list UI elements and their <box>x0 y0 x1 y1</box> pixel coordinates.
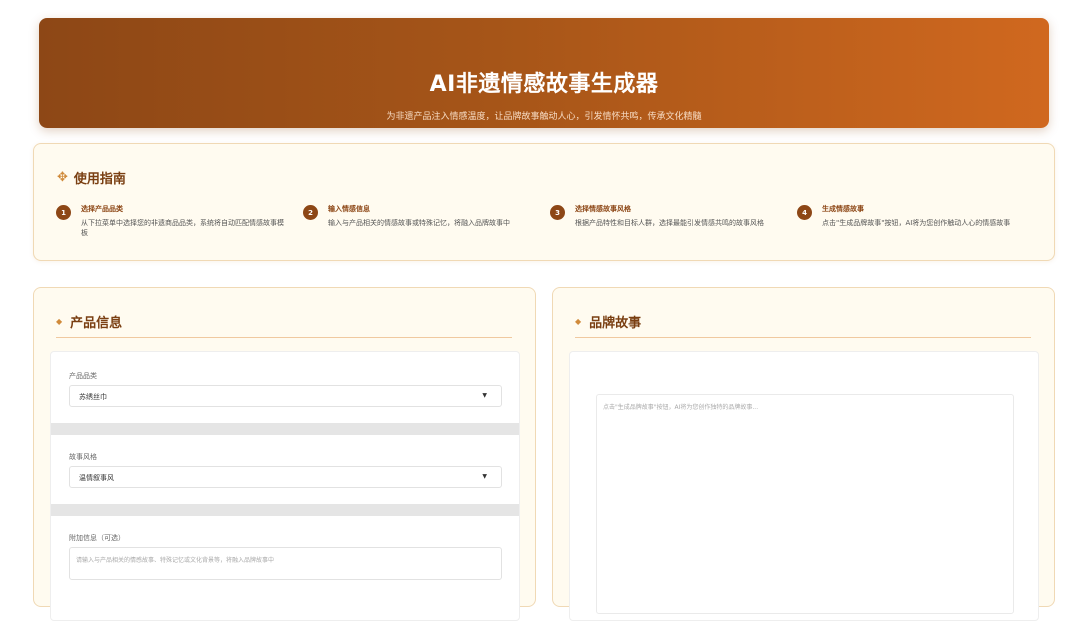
step-description: 输入与产品相关的情感故事或特殊记忆，将融入品牌故事中 <box>328 219 510 227</box>
style-label: 故事风格 <box>69 453 97 461</box>
step-number: 4 <box>797 205 812 220</box>
step-number: 2 <box>303 205 318 220</box>
category-select-value: 苏绣丝巾 <box>79 393 107 401</box>
step-number: 3 <box>550 205 565 220</box>
chevron-down-icon: ▼ <box>482 392 487 399</box>
section-separator <box>51 504 519 516</box>
guide-step-2: 2 输入情感信息 输入与产品相关的情感故事或特殊记忆，将融入品牌故事中 <box>303 204 535 228</box>
product-panel-title: ◆ 产品信息 <box>56 312 122 331</box>
step-number: 1 <box>56 205 71 220</box>
extra-info-label: 附加信息（可选） <box>69 534 125 542</box>
divider <box>56 337 512 338</box>
product-info-panel: ◆ 产品信息 产品品类 苏绣丝巾 ▼ 故事风格 温情叙事风 ▼ 附加信息（可选）… <box>33 287 536 621</box>
section-separator <box>51 423 519 435</box>
category-select[interactable]: 苏绣丝巾 ▼ <box>69 385 502 407</box>
guide-step-4: 4 生成情感故事 点击"生成品牌故事"按钮，AI将为您创作触动人心的情感故事 <box>797 204 1029 228</box>
guide-title: ✥ 使用指南 <box>57 168 126 187</box>
step-description: 点击"生成品牌故事"按钮，AI将为您创作触动人心的情感故事 <box>822 219 1011 227</box>
step-title: 生成情感故事 <box>822 205 864 213</box>
story-output[interactable]: 点击"生成品牌故事"按钮，AI将为您创作独特的品牌故事... <box>596 394 1014 614</box>
step-title: 输入情感信息 <box>328 205 370 213</box>
category-label: 产品品类 <box>69 372 97 380</box>
guide-step-1: 1 选择产品品类 从下拉菜单中选择您的非遗商品品类，系统将自动匹配情感故事模板 <box>56 204 288 238</box>
page-title: AI非遗情感故事生成器 <box>429 72 659 97</box>
diamond-icon: ◆ <box>575 317 582 326</box>
story-card: 点击"生成品牌故事"按钮，AI将为您创作独特的品牌故事... <box>569 351 1039 621</box>
step-description: 从下拉菜单中选择您的非遗商品品类，系统将自动匹配情感故事模板 <box>81 219 284 237</box>
style-select[interactable]: 温情叙事风 ▼ <box>69 466 502 488</box>
guide-title-text: 使用指南 <box>73 172 126 187</box>
product-form: 产品品类 苏绣丝巾 ▼ 故事风格 温情叙事风 ▼ 附加信息（可选） 请输入与产品… <box>50 351 520 621</box>
story-panel-title: ◆ 品牌故事 <box>575 312 641 331</box>
brand-story-panel: ◆ 品牌故事 点击"生成品牌故事"按钮，AI将为您创作独特的品牌故事... <box>552 287 1055 621</box>
step-description: 根据产品特性和目标人群，选择最能引发情感共鸣的故事风格 <box>575 219 764 227</box>
divider <box>575 337 1031 338</box>
page-subtitle: 为非遗产品注入情感温度，让品牌故事触动人心，引发情怀共鸣，传承文化精髓 <box>386 112 702 122</box>
step-title: 选择产品品类 <box>81 205 123 213</box>
extra-info-placeholder: 请输入与产品相关的情感故事、特殊记忆或文化背景等，将融入品牌故事中 <box>76 557 275 564</box>
header-banner: AI非遗情感故事生成器 为非遗产品注入情感温度，让品牌故事触动人心，引发情怀共鸣… <box>39 18 1049 128</box>
diamond-icon: ◆ <box>56 317 63 326</box>
extra-info-textarea[interactable]: 请输入与产品相关的情感故事、特殊记忆或文化背景等，将融入品牌故事中 <box>69 547 502 580</box>
product-panel-title-text: 产品信息 <box>70 316 123 331</box>
step-title: 选择情感故事风格 <box>575 205 631 213</box>
story-placeholder: 点击"生成品牌故事"按钮，AI将为您创作独特的品牌故事... <box>603 404 759 411</box>
sparkle-icon: ✥ <box>57 170 68 185</box>
style-select-value: 温情叙事风 <box>79 474 114 482</box>
chevron-down-icon: ▼ <box>482 473 487 480</box>
usage-guide: ✥ 使用指南 1 选择产品品类 从下拉菜单中选择您的非遗商品品类，系统将自动匹配… <box>33 143 1055 261</box>
guide-step-3: 3 选择情感故事风格 根据产品特性和目标人群，选择最能引发情感共鸣的故事风格 <box>550 204 782 228</box>
story-panel-title-text: 品牌故事 <box>589 316 642 331</box>
